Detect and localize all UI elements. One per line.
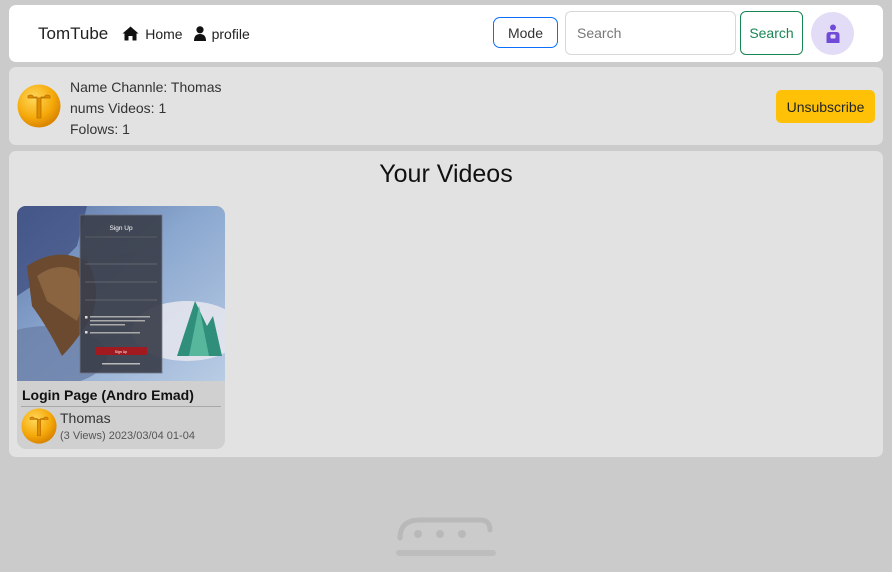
card-channel-name[interactable]: Thomas [60,410,111,426]
user-avatar-icon [826,24,839,43]
card-divider [21,406,221,407]
mode-button[interactable]: Mode [493,17,558,48]
video-thumbnail[interactable]: Sign Up Sign Up [17,206,225,381]
channel-video-count: nums Videos: 1 [70,100,167,116]
channel-follows: Folows: 1 [70,121,130,137]
channel-header: Name Channle: Thomas nums Videos: 1 Folo… [9,67,883,145]
card-channel-logo [21,408,57,444]
card-meta: (3 Views) 2023/03/04 01-04 [60,430,195,442]
videos-section: Your Videos Sign Up Sign Up Login Page (… [9,151,883,457]
channel-logo [17,84,61,128]
navbar: TomTube Home profile Mode Search [9,5,883,62]
video-card[interactable]: Sign Up Sign Up Login Page (Andro Emad) [17,206,225,449]
thumbnail-heading: Sign Up [109,225,133,232]
nav-profile-label: profile [211,25,250,42]
channel-name: Name Channle: Thomas [70,79,222,95]
watermark-logo [396,517,496,556]
home-icon [122,26,139,41]
unsubscribe-button[interactable]: Unsubscribe [776,90,875,123]
video-title[interactable]: Login Page (Andro Emad) [22,387,194,403]
user-icon [193,26,206,41]
search-input[interactable] [565,11,736,55]
nav-home-link[interactable]: Home [122,25,183,42]
nav-profile-link[interactable]: profile [193,25,250,42]
channel-info: Name Channle: Thomas nums Videos: 1 Folo… [70,77,221,140]
thumbnail-button-label: Sign Up [115,350,128,354]
search-button[interactable]: Search [740,11,803,55]
nav-home-label: Home [145,25,183,42]
brand-logo[interactable]: TomTube [38,24,108,44]
videos-heading: Your Videos [379,160,513,188]
user-avatar-button[interactable] [811,12,854,55]
